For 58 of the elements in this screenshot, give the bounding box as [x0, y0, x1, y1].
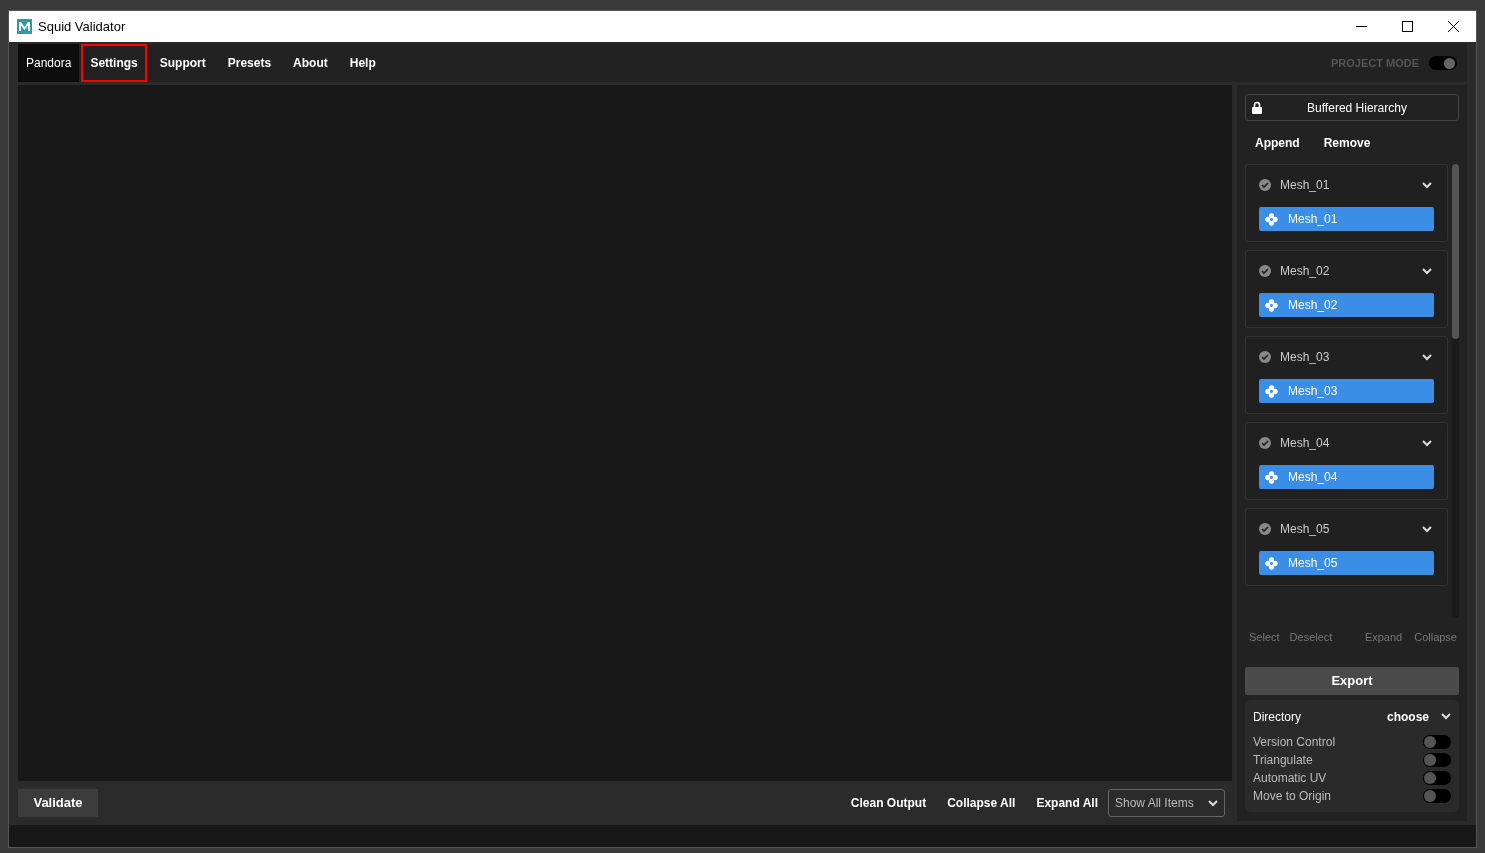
option-label: Version Control [1253, 733, 1336, 751]
mesh-icon [1265, 556, 1278, 570]
option-toggle[interactable] [1423, 770, 1451, 785]
chevron-down-icon [1422, 181, 1432, 189]
tab[interactable]: About [284, 44, 337, 82]
close-icon[interactable] [1447, 21, 1459, 32]
mesh-icon [1265, 384, 1278, 398]
list-action-button[interactable]: Expand [1364, 629, 1403, 646]
chevron-down-icon [1422, 267, 1432, 275]
hierarchy-field[interactable]: Buffered Hierarchy [1245, 94, 1459, 121]
mesh-group-label: Mesh_05 [1280, 521, 1330, 538]
check-circle-icon [1259, 523, 1271, 535]
output-action-button[interactable]: Clean Output [850, 794, 927, 812]
lock-icon [1252, 101, 1262, 114]
tab[interactable]: Presets [218, 44, 281, 82]
hierarchy-action-button[interactable]: Append [1255, 134, 1300, 152]
tab[interactable]: Settings [81, 44, 147, 82]
export-button[interactable]: Export [1245, 666, 1459, 695]
directory-label: Directory [1253, 708, 1301, 726]
directory-dropdown[interactable]: choose [1387, 707, 1451, 726]
list-action-button[interactable]: Deselect [1289, 629, 1333, 646]
window-title: Squid Validator [38, 17, 126, 36]
option-label: Automatic UV [1253, 769, 1327, 787]
chevron-down-icon [1208, 799, 1218, 807]
option-toggle[interactable] [1423, 734, 1451, 749]
tab[interactable]: Pandora [18, 44, 80, 82]
tab[interactable]: Support [150, 44, 215, 82]
mesh-icon [1265, 212, 1278, 226]
option-label: Move to Origin [1253, 787, 1332, 805]
chevron-down-icon [1422, 353, 1432, 361]
check-circle-icon [1259, 265, 1271, 277]
mesh-group-label: Mesh_04 [1280, 435, 1330, 452]
output-action-button[interactable]: Collapse All [947, 794, 1016, 812]
validate-button[interactable]: Validate [18, 789, 98, 817]
check-circle-icon [1259, 351, 1271, 363]
hierarchy-action-button[interactable]: Remove [1323, 134, 1371, 152]
chevron-down-icon [1422, 525, 1432, 533]
app-logo-icon [17, 19, 32, 34]
mesh-group-label: Mesh_01 [1280, 177, 1330, 194]
option-toggle[interactable] [1423, 752, 1451, 767]
filter-dropdown[interactable]: Show All Items [1108, 789, 1225, 817]
mesh-group-label: Mesh_03 [1280, 349, 1330, 366]
tab[interactable]: Help [340, 44, 385, 82]
mesh-icon [1265, 470, 1278, 484]
option-toggle[interactable] [1423, 788, 1451, 803]
check-circle-icon [1259, 437, 1271, 449]
option-label: Triangulate [1253, 751, 1313, 769]
output-action-button[interactable]: Expand All [1036, 794, 1098, 812]
chevron-down-icon [1422, 439, 1432, 447]
mesh-icon [1265, 298, 1278, 312]
check-circle-icon [1259, 179, 1271, 191]
chevron-down-icon [1441, 713, 1451, 720]
list-action-button[interactable]: Select [1249, 629, 1280, 646]
project-mode-toggle[interactable] [1429, 56, 1457, 70]
list-action-button[interactable]: Collapse [1414, 629, 1457, 646]
scrollbar[interactable] [1452, 164, 1459, 618]
mesh-group-label: Mesh_02 [1280, 263, 1330, 280]
maximize-icon[interactable] [1401, 21, 1413, 32]
